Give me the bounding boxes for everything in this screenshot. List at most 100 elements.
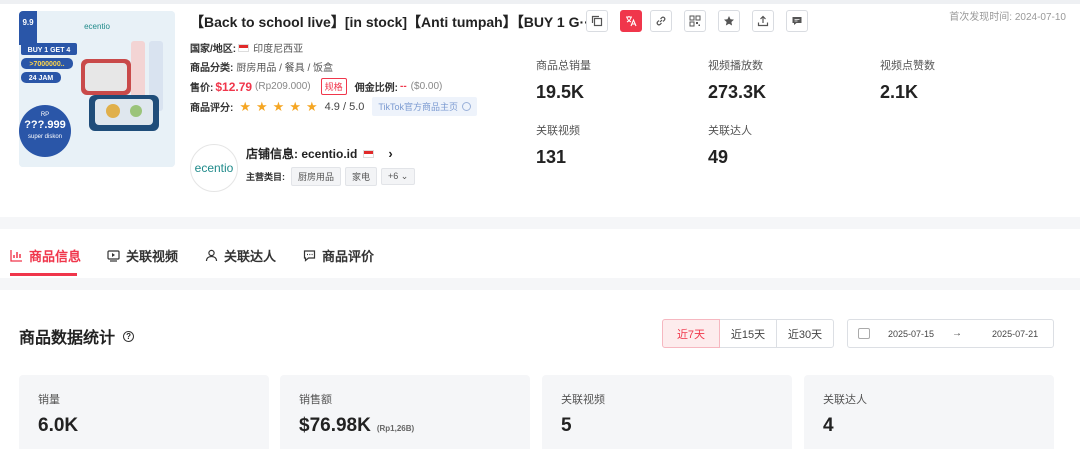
upload-icon <box>757 15 769 27</box>
commission-label: 佣金比例: <box>354 83 398 94</box>
category-label: 商品分类: <box>190 63 234 74</box>
top-divider <box>0 0 1080 4</box>
stat-value: 2.1K <box>880 82 919 102</box>
star-icon <box>724 16 734 26</box>
stat-value: 273.3K <box>708 82 767 102</box>
tab-label: 关联视频 <box>126 249 179 264</box>
main-cat-label: 主营类目: <box>246 172 285 182</box>
stat-value: 49 <box>708 147 729 167</box>
stat-related-videos: 关联视频 131 <box>536 122 580 168</box>
tab-label: 关联达人 <box>224 249 277 264</box>
stat-label: 视频播放数 <box>708 60 763 72</box>
copy-icon <box>591 15 603 27</box>
thumb-price: ???.999 <box>24 119 66 131</box>
stat-value: 19.5K <box>536 82 585 102</box>
date-to[interactable]: 2025-07-21 <box>992 329 1038 339</box>
thumb-hours: 24 JAM <box>29 75 54 82</box>
shop-info-link[interactable]: 店铺信息: ecentio.id › <box>246 145 393 162</box>
metric-card-sales: 销量 6.0K <box>19 375 269 449</box>
tab-product-info[interactable]: 商品信息 <box>10 246 81 265</box>
qrcode-icon <box>689 15 701 27</box>
commission-value: -- <box>400 81 407 92</box>
star-icon: ★ <box>272 99 285 114</box>
qrcode-button[interactable] <box>684 10 706 32</box>
metric-value: $76.98K (Rp1,26B) <box>299 415 511 437</box>
stat-value: 131 <box>536 147 567 167</box>
stat-related-creators: 关联达人 49 <box>708 122 752 168</box>
tab-related-videos[interactable]: 关联视频 <box>107 246 178 265</box>
tab-related-creators[interactable]: 关联达人 <box>205 246 276 265</box>
stat-video-plays: 视频播放数 273.3K <box>708 57 766 103</box>
region-label: 国家/地区: <box>190 44 237 55</box>
export-button[interactable] <box>752 10 774 32</box>
thumb-brand: ecentio <box>84 22 110 31</box>
metric-sub: (Rp1,26B) <box>376 424 415 433</box>
product-header-card: 首次发现时间: 2024-07-10 9.9 ecentio BUY 1 GET… <box>0 0 1080 217</box>
metric-number: $76.98K <box>299 415 371 436</box>
metric-label: 销售额 <box>299 394 332 406</box>
star-icon: ★ <box>305 99 318 114</box>
shop-logo[interactable]: ecentio <box>190 144 238 192</box>
favorite-button[interactable] <box>718 10 740 32</box>
spec-button[interactable]: 规格 <box>320 78 347 95</box>
stat-label: 视频点赞数 <box>880 60 935 72</box>
tab-product-reviews[interactable]: 商品评价 <box>303 246 374 265</box>
link-button[interactable] <box>650 10 672 32</box>
calendar-icon <box>858 328 870 339</box>
price-row: 售价: $12.79 (Rp209.000) 规格 佣金比例: -- ($0.0… <box>190 78 442 95</box>
translate-button[interactable] <box>620 10 642 32</box>
help-icon[interactable]: ? <box>123 330 135 342</box>
thumb-sold: >7000000.. <box>29 61 64 68</box>
more-count: +6 <box>388 171 399 181</box>
tiktok-product-link[interactable]: TikTok官方商品主页 <box>372 97 478 116</box>
thumb-buy: BUY 1 GET 4 <box>28 47 71 54</box>
region-value: 印度尼西亚 <box>253 44 304 55</box>
section-title: 商品数据统计 ? <box>19 324 135 348</box>
metric-card-related-videos: 关联视频 5 <box>542 375 792 449</box>
link-icon <box>656 16 666 26</box>
metric-number: 6.0K <box>38 415 79 436</box>
range-7d-button[interactable]: 近7天 <box>662 319 720 348</box>
metric-label: 关联视频 <box>561 394 605 406</box>
person-icon <box>205 249 218 262</box>
shop-info-label: 店铺信息: ecentio.id <box>246 147 358 161</box>
thumb-promo: 9.9 <box>22 18 34 27</box>
metric-card-revenue: 销售额 $76.98K (Rp1,26B) <box>280 375 530 449</box>
range-30d-button[interactable]: 近30天 <box>776 319 834 348</box>
product-title[interactable]: 【Back to school live】[in stock]【Anti tum… <box>190 12 593 32</box>
range-15d-button[interactable]: 近15天 <box>719 319 777 348</box>
data-stats-section: 商品数据统计 ? 近7天 近15天 近30天 2025-07-15 → 2025… <box>0 290 1080 449</box>
star-icon: ★ <box>289 99 301 114</box>
metric-number: 4 <box>823 415 834 436</box>
section-title-text: 商品数据统计 <box>19 330 116 347</box>
copy-button[interactable] <box>586 10 608 32</box>
video-icon <box>107 250 120 262</box>
action-bar <box>586 10 654 32</box>
product-thumbnail[interactable]: 9.9 ecentio BUY 1 GET 4 >7000000.. 24 JA… <box>19 11 175 167</box>
rating-label: 商品评分: <box>190 103 234 114</box>
category-row: 商品分类: 厨房用品 / 餐具 / 饭盒 <box>190 59 333 74</box>
indonesia-flag-icon <box>363 149 375 158</box>
metric-label: 销量 <box>38 394 60 406</box>
tab-bar: 商品信息 关联视频 关联达人 商品评价 <box>0 229 1080 278</box>
arrow-right-icon: → <box>952 328 963 339</box>
stat-label: 关联达人 <box>708 125 752 137</box>
tab-label: 商品信息 <box>29 249 82 264</box>
metric-number: 5 <box>561 415 572 436</box>
comment-icon <box>303 250 316 262</box>
chevron-right-icon: › <box>388 146 393 161</box>
star-icon: ★ <box>256 99 268 114</box>
stat-total-sales: 商品总销量 19.5K <box>536 57 591 103</box>
category-value: 厨房用品 / 餐具 / 饭盒 <box>236 63 334 74</box>
metric-value: 6.0K <box>38 415 250 437</box>
date-from[interactable]: 2025-07-15 <box>888 329 934 339</box>
info-icon <box>462 102 472 111</box>
metric-card-related-creators: 关联达人 4 <box>804 375 1054 449</box>
date-range-picker[interactable]: 2025-07-15 → 2025-07-21 <box>847 319 1054 348</box>
commission-amount: ($0.00) <box>410 81 443 92</box>
tab-label: 商品评价 <box>322 249 375 264</box>
more-categories-button[interactable]: +6 ⌄ <box>381 168 416 185</box>
first-found-date: 首次发现时间: 2024-07-10 <box>949 12 1066 23</box>
bar-chart-icon <box>10 250 22 262</box>
comment-button[interactable] <box>786 10 808 32</box>
